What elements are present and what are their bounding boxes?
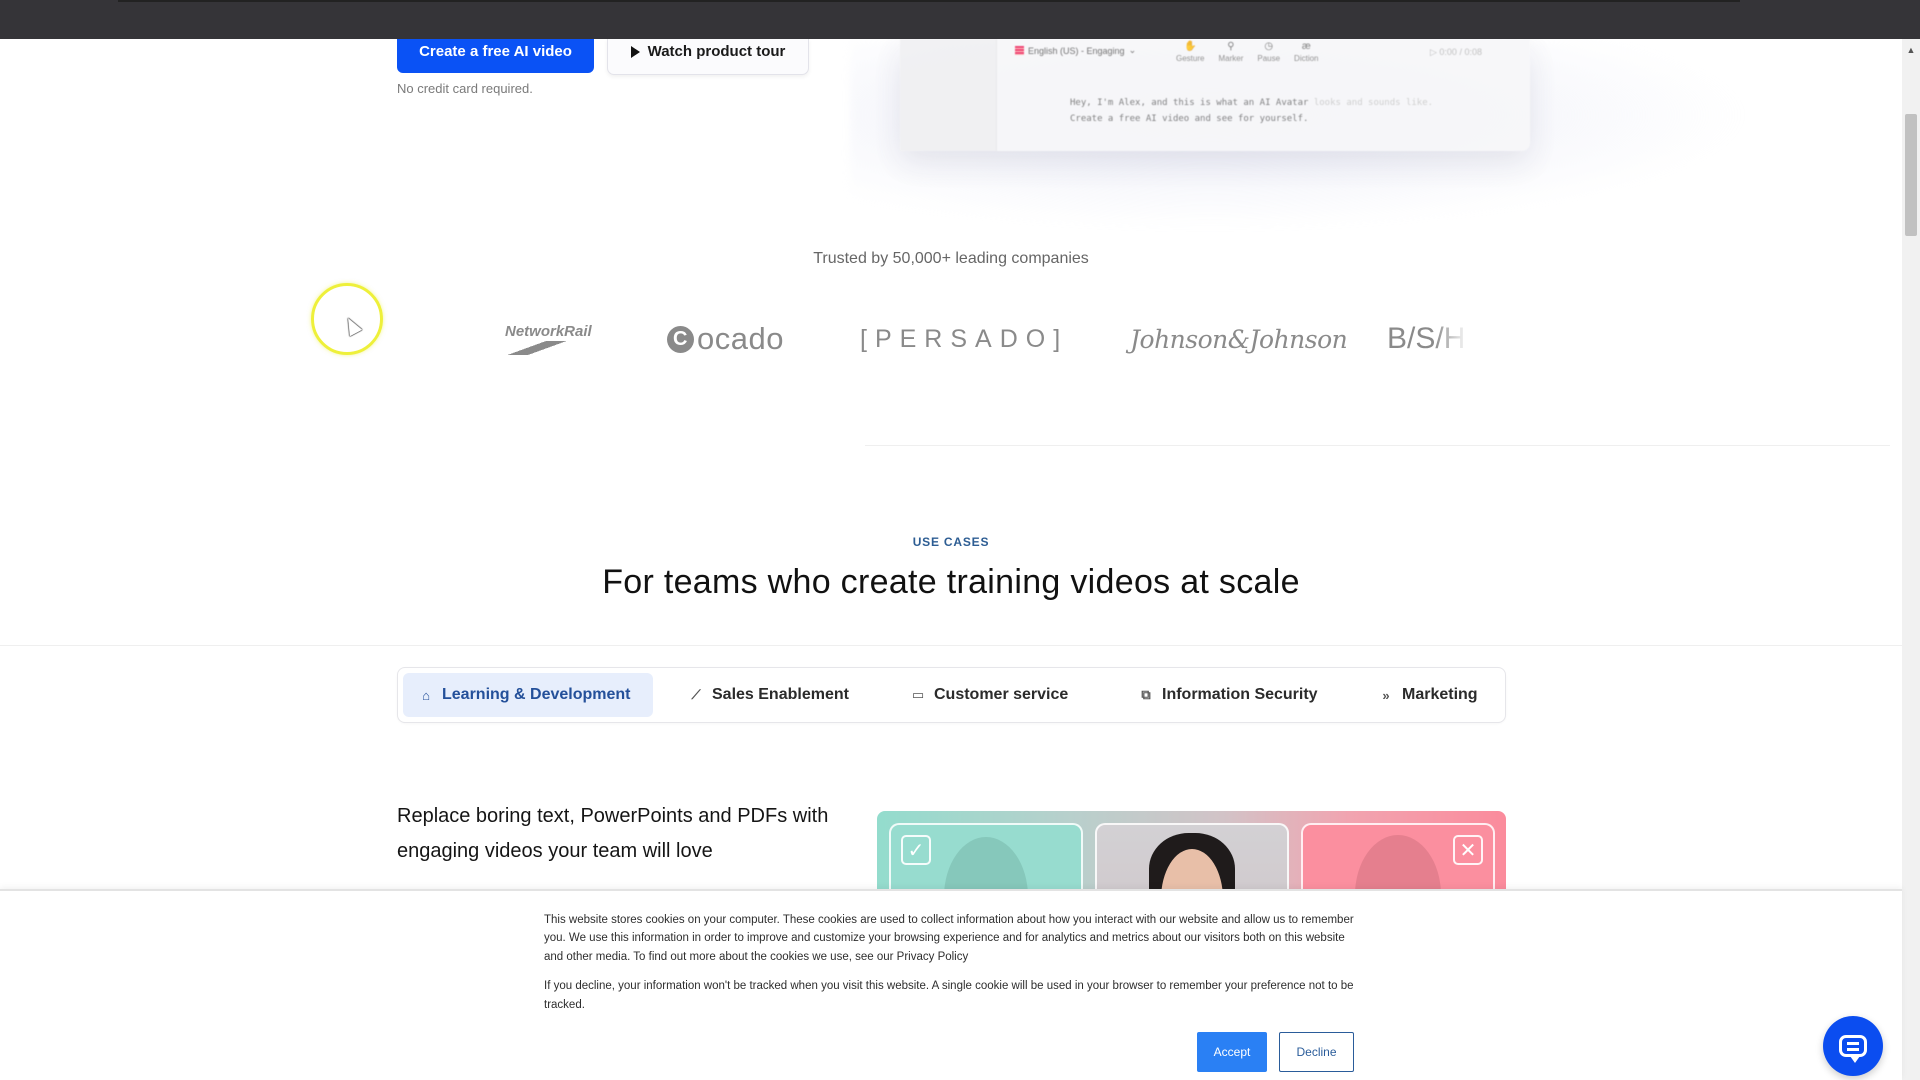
cookie-paragraph-1: This website stores cookies on your comp… [544, 914, 1354, 963]
browser-top-bar [0, 0, 1920, 39]
diction-icon: æ [1301, 41, 1311, 52]
check-icon: ✓ [901, 835, 931, 865]
marker-icon: ⚲ [1227, 41, 1235, 52]
cookie-text: This website stores cookies on your comp… [544, 911, 1364, 1014]
chevron-down-icon: ⌄ [1128, 45, 1137, 55]
section-divider [0, 645, 1902, 646]
use-cases-eyebrow: USE CASES [912, 535, 990, 549]
cookie-paragraph-2: If you decline, your information won't b… [544, 980, 1354, 1011]
persado-logo: [PERSADO] [860, 324, 1069, 353]
tool-pause: ◷ Pause [1257, 41, 1280, 63]
preview-sidebar [900, 39, 997, 151]
bsh-logo: B/S/H [1387, 309, 1465, 369]
tool-marker: ⚲ Marker [1218, 41, 1243, 63]
tab-sales-enablement[interactable]: ⟋ Sales Enablement [673, 673, 865, 717]
use-case-tabs: ⌂ Learning & Development ⟋ Sales Enablem… [397, 667, 1506, 723]
scroll-up-arrow-icon[interactable]: ▲ [1902, 43, 1920, 57]
tool-diction: æ Diction [1294, 41, 1318, 63]
tab-label: Sales Enablement [712, 686, 849, 703]
networkrail-wordmark: NetworkRail [505, 323, 592, 340]
accept-cookies-button[interactable]: Accept [1197, 1032, 1267, 1072]
preview-script: Hey, I'm Alex, and this is what an AI Av… [1070, 95, 1433, 127]
fast-forward-icon: » [1382, 687, 1390, 703]
company-logos: NetworkRail C ocado [PERSADO] Johnson&Jo… [505, 309, 1465, 369]
preview-toolbar: ✋ Gesture ⚲ Marker ◷ Pause æ Diction [1176, 41, 1319, 63]
tab-learning-development[interactable]: ⌂ Learning & Development [403, 673, 653, 717]
play-icon [630, 46, 640, 58]
section-divider [865, 445, 1890, 446]
decline-cookies-button[interactable]: Decline [1279, 1032, 1354, 1072]
chat-launcher-button[interactable] [1823, 1016, 1883, 1076]
feature-description: Replace boring text, PowerPoints and PDF… [397, 805, 829, 862]
language-label: English (US) - Engaging [1028, 45, 1125, 56]
ocado-wordmark: ocado [697, 321, 784, 356]
scrollbar-thumb[interactable] [1905, 114, 1917, 236]
tool-label: Pause [1257, 54, 1281, 63]
tab-label: Customer service [934, 686, 1069, 703]
devices-icon: ⧉ [1141, 687, 1151, 702]
tab-marketing[interactable]: » Marketing [1363, 673, 1494, 717]
tool-gesture: ✋ Gesture [1176, 41, 1204, 63]
preview-time: ▷ 0:00 / 0:08 [1430, 47, 1482, 57]
chat-icon [1839, 1035, 1867, 1063]
script-text-faded: looks and sounds like. [1313, 98, 1434, 108]
language-selector: English (US) - Engaging ⌄ [1015, 45, 1136, 56]
networkrail-arrow-icon [505, 341, 569, 355]
pause-clock-icon: ◷ [1264, 41, 1274, 52]
tab-information-security[interactable]: ⧉ Information Security [1123, 673, 1334, 717]
chat-bubble-icon: ▭ [911, 687, 925, 702]
time-readout: 0:00 / 0:08 [1439, 47, 1482, 57]
top-bar-edge [118, 0, 1740, 2]
us-flag-icon [1015, 46, 1024, 55]
script-text: Hey, I'm Alex, and this is what an AI Av… [1070, 98, 1309, 108]
tool-label: Gesture [1176, 54, 1205, 63]
ocado-mark-icon: C [667, 325, 694, 353]
watch-product-tour-label: Watch product tour [647, 43, 786, 60]
close-icon: ✕ [1453, 835, 1483, 865]
cookie-banner: This website stores cookies on your comp… [0, 889, 1902, 1080]
building-icon: ⌂ [422, 687, 430, 703]
tab-label: Learning & Development [442, 686, 631, 703]
ocado-logo: C ocado [667, 309, 784, 369]
tool-label: Diction [1294, 54, 1319, 63]
watch-product-tour-button[interactable]: Watch product tour [607, 39, 809, 75]
script-line-1: Hey, I'm Alex, and this is what an AI Av… [1070, 95, 1433, 111]
script-line-2: Create a free AI video and see for yours… [1070, 114, 1309, 124]
tab-label: Information Security [1162, 686, 1318, 703]
tab-customer-service[interactable]: ▭ Customer service [895, 673, 1084, 717]
line-chart-icon: ⟋ [691, 687, 701, 702]
johnson-and-johnson-logo: Johnson&Johnson [1130, 324, 1348, 354]
page-scrollbar[interactable]: ▲ [1902, 39, 1920, 1080]
tool-label: Marker [1218, 54, 1244, 63]
gesture-icon: ✋ [1184, 41, 1197, 52]
editor-preview: English (US) - Engaging ⌄ ✋ Gesture ⚲ Ma… [900, 39, 1530, 151]
networkrail-logo: NetworkRail [505, 309, 592, 369]
section-title: For teams who create training videos at … [602, 563, 1300, 601]
create-free-ai-video-button[interactable]: Create a free AI video [397, 39, 594, 73]
tab-label: Marketing [1402, 686, 1478, 703]
no-credit-card-note: No credit card required. [397, 81, 533, 96]
trusted-by-heading: Trusted by 50,000+ leading companies [813, 250, 1089, 267]
